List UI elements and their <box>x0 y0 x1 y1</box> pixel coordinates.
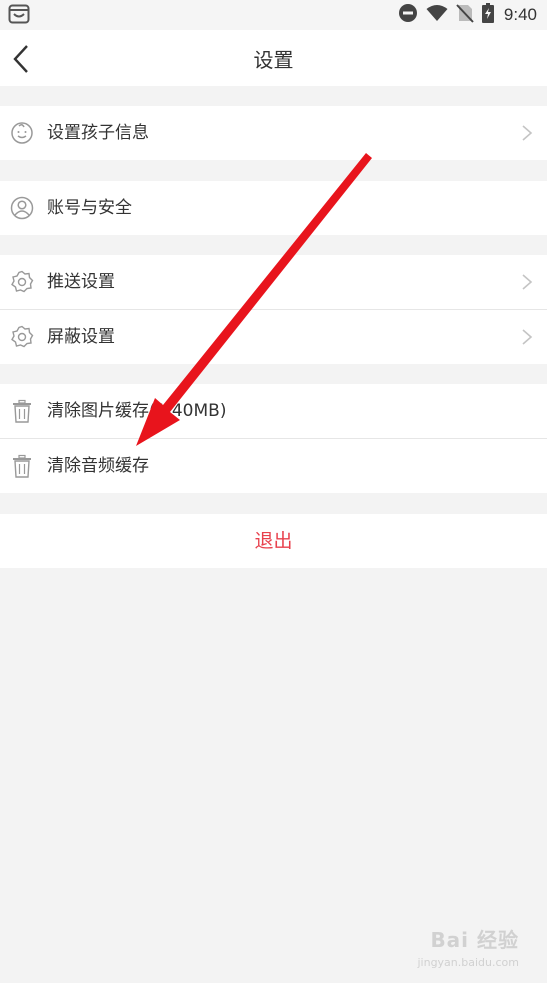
settings-item-push[interactable]: 推送设置 <box>0 255 547 309</box>
gift-bag-icon <box>8 4 30 28</box>
chevron-right-icon <box>521 328 533 346</box>
settings-item-label: 屏蔽设置 <box>47 327 115 347</box>
navigation-bar: 设置 <box>0 30 547 86</box>
settings-group-cache: 清除图片缓存(1.40MB) 清除音频缓存 <box>0 384 547 493</box>
chevron-right-icon <box>521 124 533 142</box>
watermark-logo: Bai 经验 <box>430 928 519 952</box>
gear-icon <box>10 325 34 349</box>
chevron-right-icon <box>521 273 533 291</box>
settings-item-clear-audio-cache[interactable]: 清除音频缓存 <box>0 438 547 493</box>
user-icon <box>10 196 34 220</box>
do-not-disturb-icon <box>398 3 418 27</box>
settings-item-label: 设置孩子信息 <box>47 123 149 143</box>
settings-item-label: 账号与安全 <box>47 198 132 218</box>
trash-icon <box>10 399 34 423</box>
no-sim-icon <box>456 3 474 27</box>
settings-group-notifications: 推送设置 屏蔽设置 <box>0 255 547 364</box>
settings-group-child: 设置孩子信息 <box>0 106 547 160</box>
trash-icon <box>10 454 34 478</box>
status-bar: 9:40 <box>0 0 547 30</box>
battery-charging-icon <box>481 3 494 27</box>
settings-item-account-security[interactable]: 账号与安全 <box>0 181 547 235</box>
settings-item-label: 清除图片缓存(1.40MB) <box>47 401 227 421</box>
logout-button[interactable]: 退出 <box>0 514 547 568</box>
settings-item-block[interactable]: 屏蔽设置 <box>0 309 547 364</box>
settings-item-child-info[interactable]: 设置孩子信息 <box>0 106 547 160</box>
watermark-url: jingyan.baidu.com <box>417 956 519 969</box>
settings-group-account: 账号与安全 <box>0 181 547 235</box>
wifi-icon <box>426 4 448 26</box>
settings-item-clear-image-cache[interactable]: 清除图片缓存(1.40MB) <box>0 384 547 438</box>
settings-item-label: 推送设置 <box>47 272 115 292</box>
page-title: 设置 <box>253 48 294 72</box>
status-time: 9:40 <box>503 5 537 24</box>
settings-item-label: 清除音频缓存 <box>47 456 149 476</box>
child-face-icon <box>10 121 34 145</box>
gear-icon <box>10 270 34 294</box>
